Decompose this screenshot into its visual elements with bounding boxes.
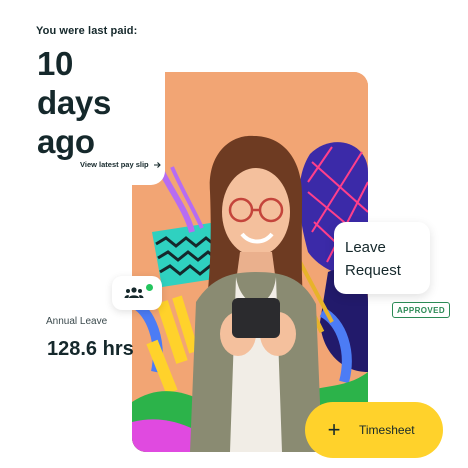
team-badge[interactable] (112, 276, 162, 310)
annual-leave-label: Annual Leave (46, 316, 108, 327)
last-paid-label: You were last paid: (36, 25, 138, 37)
timesheet-label: Timesheet (359, 423, 415, 437)
plus-icon: + (327, 417, 341, 442)
approved-status-badge: APPROVED (392, 302, 450, 318)
hero-illustration (132, 72, 368, 452)
hero-photo (132, 72, 368, 452)
view-payslip-label: View latest pay slip (80, 160, 149, 169)
last-paid-value: 10 days ago (37, 45, 112, 160)
team-icon (124, 287, 144, 298)
annual-leave-value: 128.6 hrs (47, 338, 134, 360)
arrow-right-icon (153, 161, 161, 168)
leave-request-title: Leave Request (345, 239, 401, 279)
online-status-dot (146, 284, 153, 291)
view-payslip-link[interactable]: View latest pay slip (80, 160, 161, 169)
timesheet-button[interactable]: + Timesheet (305, 402, 443, 458)
